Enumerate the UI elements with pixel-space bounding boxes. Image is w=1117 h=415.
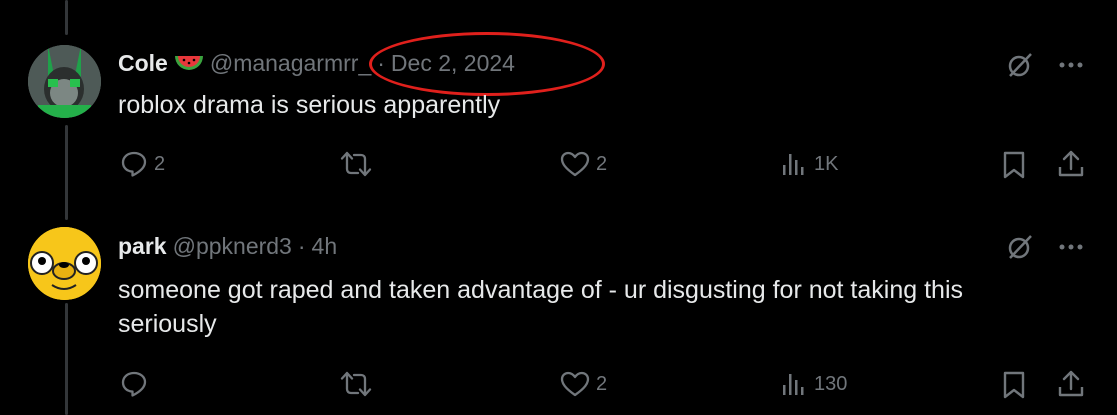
retweet-icon xyxy=(340,371,372,397)
views-button[interactable]: 1K xyxy=(780,150,838,178)
display-name[interactable]: park xyxy=(118,233,167,260)
views-icon xyxy=(783,374,804,395)
tweet-text: roblox drama is serious apparently xyxy=(118,91,501,119)
user-handle[interactable]: @managarmrr_ xyxy=(210,50,371,77)
view-count: 1K xyxy=(814,152,839,175)
bookmark-button[interactable] xyxy=(1001,370,1027,400)
share-button[interactable] xyxy=(1057,369,1085,399)
reply-count: 2 xyxy=(154,152,166,175)
separator-dot: · xyxy=(377,49,385,76)
like-count: 2 xyxy=(596,372,608,395)
tweet-park[interactable]: park @ppknerd3 · 4h someone got raped an… xyxy=(0,215,1117,415)
tweet-timestamp[interactable]: 4h xyxy=(312,233,338,260)
tweet-timestamp[interactable]: Dec 2, 2024 xyxy=(391,50,515,76)
display-name[interactable]: Cole xyxy=(118,50,168,77)
bookmark-icon xyxy=(1003,371,1025,399)
share-button[interactable] xyxy=(1057,149,1085,179)
like-count: 2 xyxy=(596,152,608,175)
reply-button[interactable]: 2 xyxy=(120,150,165,178)
bookmark-icon xyxy=(1003,151,1025,179)
retweet-button[interactable] xyxy=(340,150,378,178)
share-icon xyxy=(1058,150,1084,177)
like-icon xyxy=(560,371,590,397)
watermelon-emoji-icon xyxy=(174,54,204,72)
more-icon[interactable] xyxy=(1055,232,1087,262)
avatar-cole[interactable] xyxy=(28,45,101,118)
views-icon xyxy=(783,154,804,175)
reply-icon xyxy=(121,151,147,177)
tweet-header: Cole @managarmrr_ · Dec 2, 2024 xyxy=(118,31,605,96)
more-icon[interactable] xyxy=(1055,50,1087,80)
avatar-park[interactable] xyxy=(28,227,101,300)
retweet-icon xyxy=(340,151,372,177)
user-handle[interactable]: @ppknerd3 xyxy=(173,233,292,260)
view-count: 130 xyxy=(814,372,848,395)
retweet-button[interactable] xyxy=(340,370,378,398)
grok-icon[interactable] xyxy=(1004,232,1036,262)
tweet-text: someone got raped and taken advantage of… xyxy=(118,276,963,338)
grok-icon[interactable] xyxy=(1004,50,1036,80)
share-icon xyxy=(1058,370,1084,397)
reply-icon xyxy=(121,371,147,397)
reply-button[interactable] xyxy=(120,370,154,398)
like-button[interactable]: 2 xyxy=(560,150,607,178)
tweet-cole[interactable]: Cole @managarmrr_ · Dec 2, 2024 roblox d… xyxy=(0,0,1117,215)
views-button[interactable]: 130 xyxy=(780,370,847,398)
tweet-actions: 2 130 xyxy=(0,365,1117,405)
like-icon xyxy=(560,151,590,177)
like-button[interactable]: 2 xyxy=(560,370,607,398)
tweet-header: park @ppknerd3 · 4h xyxy=(118,231,337,261)
tweet-actions: 2 2 1K xyxy=(0,145,1117,185)
bookmark-button[interactable] xyxy=(1001,150,1027,180)
separator-dot: · xyxy=(297,232,306,259)
